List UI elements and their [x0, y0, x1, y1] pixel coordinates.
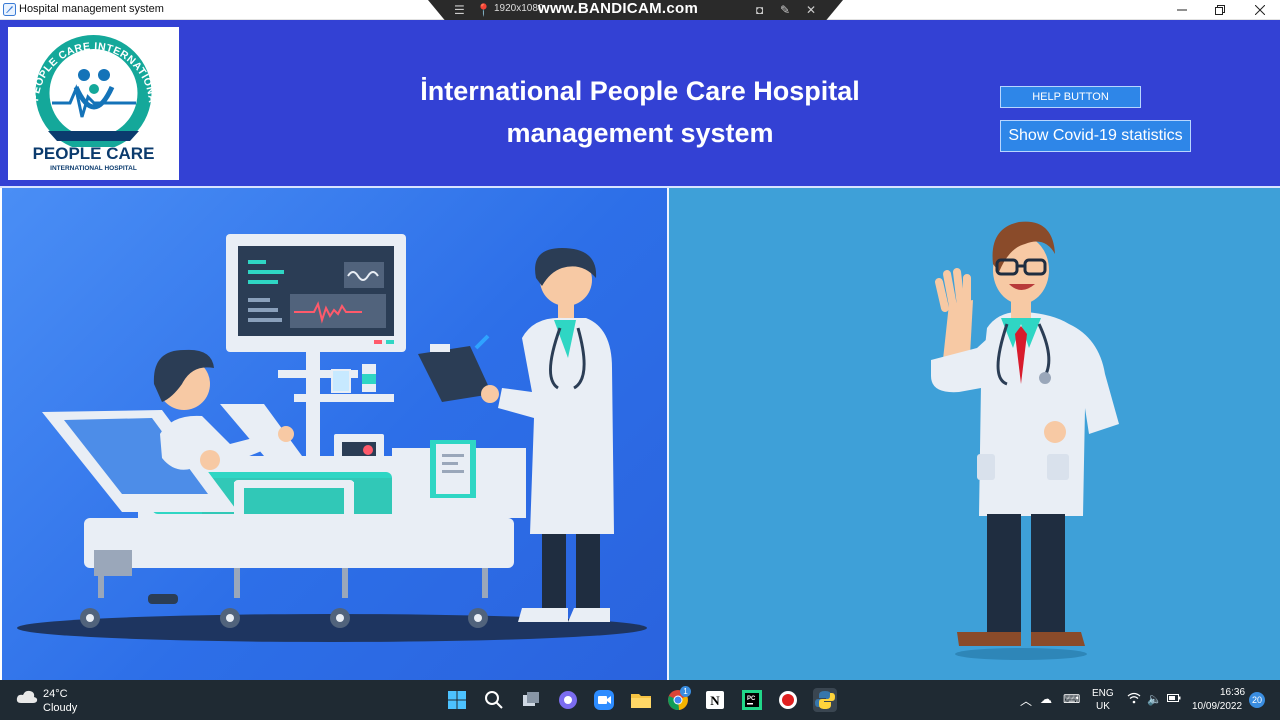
language-region[interactable]: UK: [1096, 701, 1110, 712]
close-icon: [1255, 5, 1265, 15]
covid-statistics-button[interactable]: Show Covid-19 statistics: [1000, 120, 1191, 152]
cloud-icon: [16, 690, 38, 703]
chat-icon[interactable]: [556, 688, 580, 712]
file-explorer-icon[interactable]: [629, 688, 653, 712]
close-button[interactable]: [1240, 0, 1280, 20]
python-icon[interactable]: [813, 688, 837, 712]
hospital-bed-doctor-illustration: [17, 234, 647, 642]
camera-icon[interactable]: ◘: [756, 3, 763, 17]
search-icon[interactable]: [482, 688, 506, 712]
weather-description: Cloudy: [43, 702, 78, 714]
help-button[interactable]: HELP BUTTON: [1000, 86, 1141, 108]
maximize-button[interactable]: [1200, 0, 1240, 20]
logo-emblem-icon: PEOPLE CARE INTERNATIONAL HOSPITAL: [4, 18, 158, 151]
clock-time[interactable]: 16:36: [1220, 687, 1245, 698]
page-title-line-2: management system: [506, 118, 774, 148]
keyboard-icon[interactable]: ⌨: [1063, 692, 1080, 706]
doctor-illustration: [669, 188, 1280, 680]
notification-badge[interactable]: 20: [1249, 692, 1265, 708]
recorder-watermark: www.BANDICAM.com: [538, 0, 699, 17]
pin-icon[interactable]: 📍: [476, 3, 491, 17]
onedrive-icon[interactable]: ☁: [1040, 692, 1052, 706]
windows-taskbar: 24°C Cloudy 1 N PC ︿ ☁ ⌨ ENG UK 🔈 16:36 …: [0, 680, 1280, 720]
notion-icon[interactable]: N: [703, 688, 727, 712]
chevron-up-icon[interactable]: ︿: [1020, 692, 1032, 709]
page-title: İnternational People Care Hospital manag…: [400, 70, 880, 154]
window-title: Hospital management system: [19, 3, 164, 15]
weather-temperature: 24°C: [43, 688, 68, 700]
patient-care-illustration: [2, 188, 667, 680]
minimize-icon: [1177, 9, 1187, 11]
menu-icon[interactable]: ☰: [454, 3, 465, 17]
hospital-logo: PEOPLE CARE INTERNATIONAL HOSPITAL PEOPL…: [4, 18, 179, 180]
waving-doctor-illustration: [931, 221, 1119, 660]
battery-icon[interactable]: [1167, 692, 1181, 706]
restore-icon: [1215, 5, 1225, 15]
zoom-icon[interactable]: [592, 688, 616, 712]
volume-icon[interactable]: 🔈: [1147, 692, 1162, 706]
minimize-button[interactable]: [1162, 0, 1202, 20]
screen-recorder-overlay: ☰ 📍 1920x1080 www.BANDICAM.com ◘ ✎ ✕: [428, 0, 843, 20]
app-header: PEOPLE CARE INTERNATIONAL HOSPITAL PEOPL…: [0, 18, 1280, 186]
svg-text:N: N: [710, 693, 720, 708]
logo-subtitle: INTERNATIONAL HOSPITAL: [50, 165, 137, 172]
app-feather-icon: [3, 3, 16, 16]
wifi-icon[interactable]: [1127, 692, 1141, 707]
chrome-icon[interactable]: 1: [666, 686, 691, 712]
record-icon[interactable]: [776, 688, 800, 712]
svg-text:PC: PC: [747, 696, 756, 702]
chrome-badge: 1: [680, 686, 691, 697]
page-title-line-1: İnternational People Care Hospital: [420, 76, 860, 106]
pycharm-icon[interactable]: PC: [740, 688, 764, 712]
recorder-resolution: 1920x1080: [494, 3, 544, 14]
clock-date[interactable]: 10/09/2022: [1192, 701, 1242, 712]
language-code[interactable]: ENG: [1092, 688, 1114, 699]
task-view-icon[interactable]: [519, 688, 543, 712]
logo-name: PEOPLE CARE: [32, 144, 155, 163]
close-icon[interactable]: ✕: [806, 3, 816, 17]
pencil-icon[interactable]: ✎: [780, 3, 790, 17]
windows-start-icon[interactable]: [445, 688, 469, 712]
